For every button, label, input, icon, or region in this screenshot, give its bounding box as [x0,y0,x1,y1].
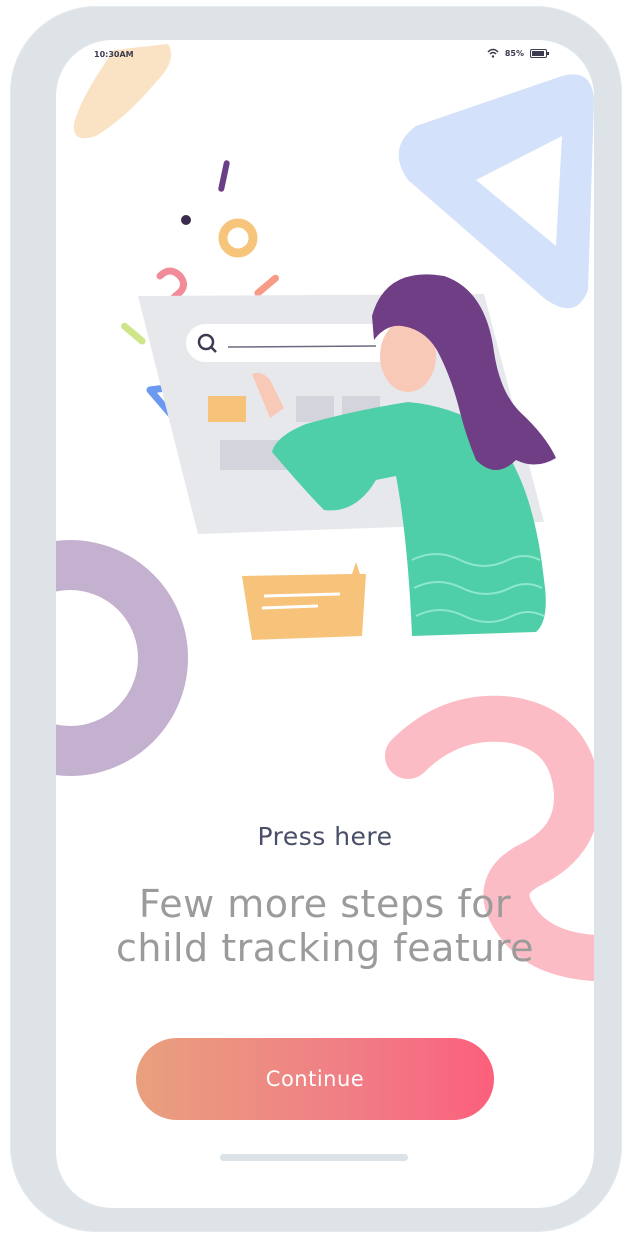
onboarding-headline: Few more steps for child tracking featur… [56,882,594,970]
continue-button[interactable]: Continue [136,1038,494,1120]
app-screen: 10:30AM 85% Press here Few more steps fo… [56,40,594,1208]
phone-frame: 10:30AM 85% Press here Few more steps fo… [10,6,622,1232]
home-indicator[interactable] [220,1154,408,1161]
status-bar: 10:30AM 85% [56,40,594,68]
status-time: 10:30AM [94,50,134,59]
battery-icon [530,48,549,58]
headline-line-2: child tracking feature [115,926,535,970]
battery-percent: 85% [504,48,524,58]
press-here-label[interactable]: Press here [56,822,594,851]
headline-line-1: Few more steps for [138,882,512,926]
pink-wave-shape [385,695,594,981]
wifi-icon [487,48,499,58]
status-icons: 85% [487,48,550,58]
